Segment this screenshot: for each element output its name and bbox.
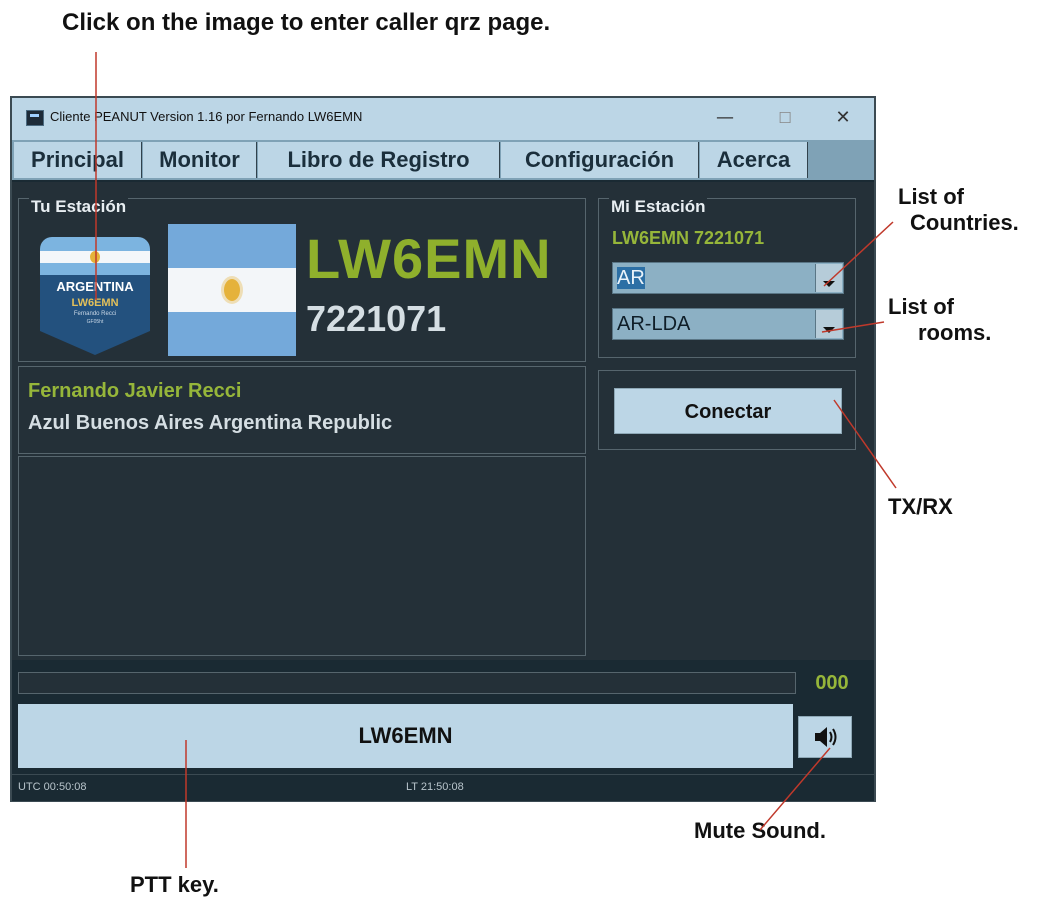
local-time: LT 21:50:08 — [406, 781, 464, 793]
annotation-mute-sound: Mute Sound. — [694, 818, 826, 843]
annotation-ptt-key: PTT key. — [130, 872, 219, 897]
sun-of-may-icon — [224, 279, 240, 301]
badge-name: Fernando Recci — [73, 311, 117, 317]
country-select[interactable]: AR — [612, 262, 844, 294]
country-select-value: AR — [617, 267, 645, 289]
title-bar[interactable]: Cliente PEANUT Version 1.16 por Fernando… — [12, 98, 874, 140]
caller-name: Fernando Javier Recci — [28, 380, 242, 402]
transmission-progress-bar — [18, 672, 796, 694]
utc-time: UTC 00:50:08 — [18, 781, 87, 793]
status-bar: UTC 00:50:08 LT 21:50:08 — [12, 774, 874, 801]
app-icon — [26, 110, 44, 126]
annotation-list-of-countries-line1: List of — [898, 184, 964, 209]
badge-sun-icon — [90, 251, 100, 263]
badge-country: ARGENTINA — [56, 279, 134, 294]
mi-estacion-title: Mi Estación — [609, 197, 708, 217]
annotation-list-of-rooms-line2: rooms. — [918, 320, 992, 345]
annotation-list-of-rooms: List of rooms. — [888, 294, 1048, 346]
caller-location: Azul Buenos Aires Argentina Republic — [28, 412, 393, 434]
badge-locator: GF05ht — [86, 319, 104, 325]
my-callsign-number: LW6EMN 7221071 — [612, 228, 765, 248]
annotation-txrx: TX/RX — [888, 494, 953, 519]
annotation-list-of-countries-line2: Countries. — [910, 210, 1019, 235]
tab-libro-de-registro[interactable]: Libro de Registro — [258, 142, 500, 178]
connect-button[interactable]: Conectar — [614, 388, 842, 434]
qrz-badge-image[interactable]: ARGENTINA LW6EMN Fernando Recci GF05ht — [40, 237, 150, 355]
tab-principal[interactable]: Principal — [14, 142, 142, 178]
annotation-list-of-rooms-line1: List of — [888, 294, 954, 319]
tab-acerca[interactable]: Acerca — [700, 142, 808, 178]
flag-stripe-top — [168, 224, 296, 268]
minimize-button[interactable]: — — [708, 104, 742, 132]
chevron-down-icon[interactable] — [815, 310, 842, 338]
badge-stripe-top — [40, 237, 150, 251]
speaker-icon — [815, 727, 837, 747]
main-content: Tu Estación ARGENTINA LW6EMN Fernando Re… — [12, 182, 874, 660]
caller-callsign: LW6EMN — [306, 227, 552, 290]
activity-panel — [18, 456, 586, 656]
annotation-click-image: Click on the image to enter caller qrz p… — [62, 9, 551, 36]
annotation-list-of-countries: List of Countries. — [898, 184, 1055, 236]
transmission-counter: 000 — [815, 672, 849, 694]
tab-configuracion[interactable]: Configuración — [501, 142, 699, 178]
mute-button[interactable] — [798, 716, 852, 758]
badge-flag-stripes — [40, 237, 150, 277]
close-button[interactable]: ✕ — [826, 104, 860, 132]
caller-number: 7221071 — [306, 298, 447, 339]
chevron-down-icon[interactable] — [815, 264, 842, 292]
badge-callsign: LW6EMN — [71, 297, 119, 309]
country-flag-image — [168, 224, 296, 356]
room-select[interactable]: AR-LDA — [612, 308, 844, 340]
flag-stripe-bottom — [168, 312, 296, 356]
tu-estacion-title: Tu Estación — [29, 197, 129, 217]
window-title: Cliente PEANUT Version 1.16 por Fernando… — [50, 109, 363, 124]
app-window: Cliente PEANUT Version 1.16 por Fernando… — [10, 96, 876, 802]
room-select-value: AR-LDA — [617, 313, 691, 335]
tab-bar: Principal Monitor Libro de Registro Conf… — [12, 140, 874, 180]
tab-monitor[interactable]: Monitor — [143, 142, 257, 178]
badge-stripe-bottom — [40, 263, 150, 277]
maximize-button[interactable]: ☐ — [768, 104, 802, 132]
ptt-button[interactable]: LW6EMN — [18, 704, 793, 768]
